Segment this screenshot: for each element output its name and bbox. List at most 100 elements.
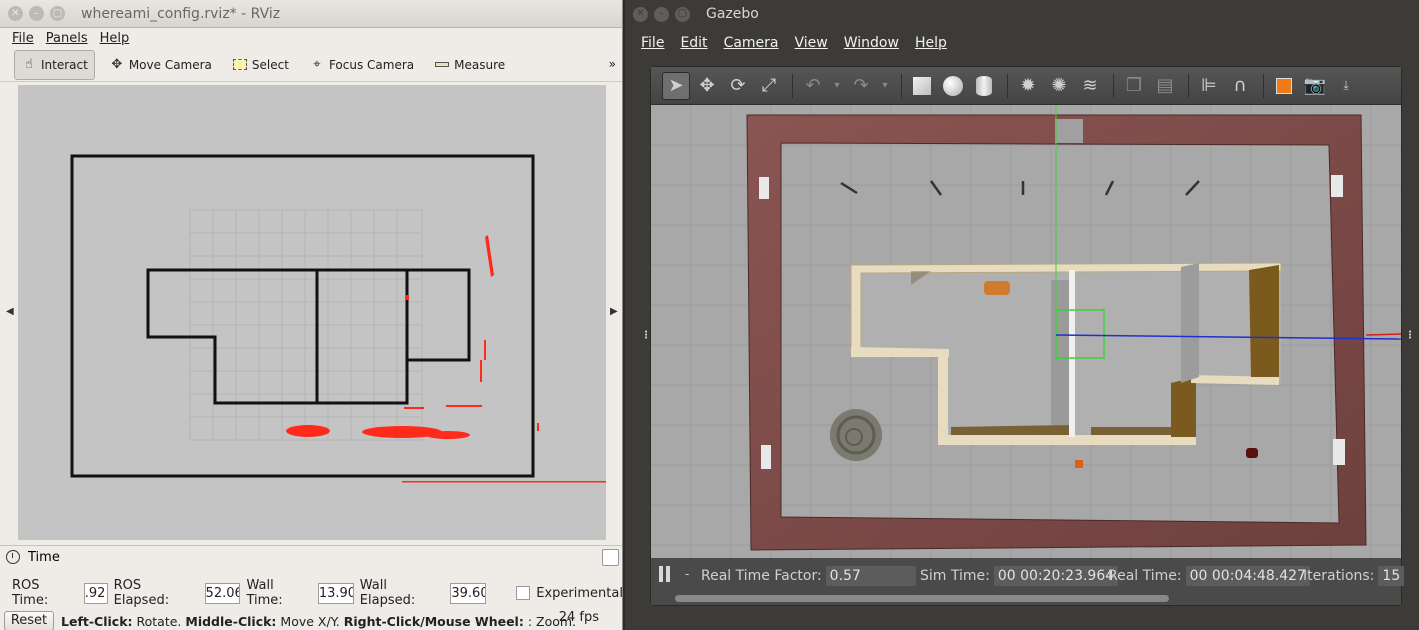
dark-red-object: [1246, 448, 1258, 458]
menu-window[interactable]: Window: [844, 35, 899, 51]
copy-icon[interactable]: ❐: [1120, 72, 1148, 100]
rtf-label: Real Time Factor:: [701, 568, 822, 584]
hand-pointer-icon: ☝: [25, 57, 33, 72]
iterations-label: Iterations:: [1303, 568, 1375, 584]
gazebo-3d-view[interactable]: [651, 105, 1401, 558]
gazebo-toolbar: ➤ ✥ ⟳ ⤢ ↶ ▾ ↷ ▾ ✹ ✺ ≋ ❐ ▤ ⊫ ∩ 📷 ⤓: [651, 67, 1401, 105]
minimize-icon[interactable]: –: [29, 6, 44, 21]
change-view-icon[interactable]: [1270, 72, 1298, 100]
minimize-icon[interactable]: –: [654, 6, 669, 22]
pause-icon[interactable]: [659, 566, 673, 582]
iterations-value: 15: [1378, 566, 1405, 586]
rviz-menubar: File Panels Help: [0, 28, 622, 48]
focus-camera-icon: ⌖: [313, 57, 321, 72]
point-light-icon[interactable]: ✹: [1014, 72, 1042, 100]
experimental-checkbox[interactable]: [516, 586, 531, 600]
log-icon[interactable]: ⤓: [1332, 72, 1360, 100]
wall-elapsed-field[interactable]: 39.60: [450, 582, 487, 604]
menu-file[interactable]: File: [12, 31, 34, 46]
menu-camera[interactable]: Camera: [724, 35, 779, 51]
post-objects: [840, 180, 1200, 196]
toolbar-separator: [1263, 73, 1264, 98]
right-dock-arrow-icon[interactable]: ▶: [610, 306, 618, 317]
snap-icon[interactable]: ∩: [1226, 72, 1254, 100]
real-time-label: Real Time:: [1108, 568, 1182, 584]
red-axis-line: [1365, 333, 1401, 336]
clock-icon: [6, 550, 20, 564]
rviz-titlebar: ✕ – ▢ whereami_config.rviz* - RViz: [0, 0, 622, 28]
real-time: Real Time: 00 00:04:48.427: [1108, 566, 1310, 586]
redo-icon[interactable]: ↷: [847, 72, 875, 100]
directional-light-icon[interactable]: ≋: [1076, 72, 1104, 100]
step-icon[interactable]: -: [685, 567, 689, 581]
menu-view[interactable]: View: [795, 35, 828, 51]
gazebo-world-render: [651, 105, 1401, 558]
gazebo-status-bar: - Real Time Factor: 0.57 Sim Time: 00 00…: [651, 558, 1405, 605]
align-icon[interactable]: ⊫: [1195, 72, 1223, 100]
time-readouts: ROS Time: .92 ROS Elapsed: 52.06 Wall Ti…: [12, 578, 623, 608]
select-box-icon: [232, 57, 248, 73]
ros-time-field[interactable]: .92: [83, 582, 108, 604]
hint-middle-value: Move X/Y.: [280, 613, 340, 629]
fps-readout: 24 fps: [558, 610, 599, 625]
menu-file[interactable]: File: [641, 35, 664, 51]
close-icon[interactable]: ✕: [8, 6, 23, 21]
real-time-factor: Real Time Factor: 0.57: [701, 566, 916, 586]
panel-float-button[interactable]: [602, 549, 619, 566]
interact-tool[interactable]: ☝ Interact: [14, 49, 95, 80]
rviz-window: ✕ – ▢ whereami_config.rviz* - RViz File …: [0, 0, 623, 630]
rotate-mode-icon[interactable]: ⟳: [724, 72, 752, 100]
select-mode-icon[interactable]: ➤: [662, 71, 690, 100]
time-panel-title: Time: [28, 549, 60, 565]
rviz-toolbar: ☝ Interact ✥ Move Camera Select ⌖ Focus …: [0, 48, 622, 82]
left-dock-arrow-icon[interactable]: ◀: [6, 306, 14, 317]
window-title: whereami_config.rviz* - RViz: [81, 5, 281, 22]
ros-time-label: ROS Time:: [12, 578, 49, 608]
spot-light-icon[interactable]: ✺: [1045, 72, 1073, 100]
wall-time-field[interactable]: 13.90: [317, 582, 354, 604]
gazebo-menubar: File Edit Camera View Window Help: [625, 28, 1419, 57]
reset-button[interactable]: Reset: [4, 611, 54, 630]
rviz-3d-view[interactable]: [18, 85, 606, 540]
hint-left-value: Rotate.: [136, 613, 182, 629]
toolbar-separator: [901, 73, 902, 98]
wall-time-label: Wall Time:: [246, 578, 283, 608]
rtf-value: 0.57: [825, 566, 916, 586]
box-shape-icon[interactable]: [908, 72, 936, 100]
ruler-icon: [434, 57, 450, 73]
move-camera-icon: ✥: [111, 57, 123, 72]
play-pause-control[interactable]: -: [659, 566, 689, 582]
real-time-value: 00 00:04:48.427: [1185, 566, 1310, 586]
cylinder-shape-icon[interactable]: [970, 72, 998, 100]
close-icon[interactable]: ✕: [633, 6, 648, 22]
menu-edit[interactable]: Edit: [680, 35, 707, 51]
paste-icon[interactable]: ▤: [1151, 72, 1179, 100]
undo-history-icon[interactable]: ▾: [830, 72, 844, 100]
toolbar-overflow-button[interactable]: »: [609, 57, 616, 71]
menu-help[interactable]: Help: [915, 35, 947, 51]
right-panel-grip-icon[interactable]: ⋮: [1405, 330, 1415, 341]
window-title: Gazebo: [706, 6, 759, 22]
experimental-label: Experimental: [536, 585, 623, 601]
translate-mode-icon[interactable]: ✥: [693, 72, 721, 100]
measure-tool[interactable]: Measure: [428, 50, 511, 80]
scale-mode-icon[interactable]: ⤢: [755, 72, 783, 100]
focus-camera-tool[interactable]: ⌖ Focus Camera: [303, 50, 420, 80]
menu-help[interactable]: Help: [100, 31, 130, 46]
door-gap: [1055, 119, 1083, 143]
hint-middle-key: Middle-Click:: [185, 613, 277, 629]
maximize-icon[interactable]: ▢: [675, 6, 690, 22]
select-tool[interactable]: Select: [226, 50, 295, 80]
orange-cylinder-object: [984, 281, 1010, 295]
maximize-icon[interactable]: ▢: [50, 6, 65, 21]
toolbar-separator: [792, 73, 793, 98]
select-label: Select: [251, 57, 289, 72]
undo-icon[interactable]: ↶: [799, 72, 827, 100]
screenshot-icon[interactable]: 📷: [1301, 72, 1329, 100]
move-camera-tool[interactable]: ✥ Move Camera: [103, 50, 218, 80]
menu-panels[interactable]: Panels: [46, 31, 88, 46]
ros-elapsed-field[interactable]: 52.06: [204, 582, 241, 604]
sphere-shape-icon[interactable]: [939, 72, 967, 100]
redo-history-icon[interactable]: ▾: [878, 72, 892, 100]
horizontal-scrollbar[interactable]: [675, 595, 1169, 602]
